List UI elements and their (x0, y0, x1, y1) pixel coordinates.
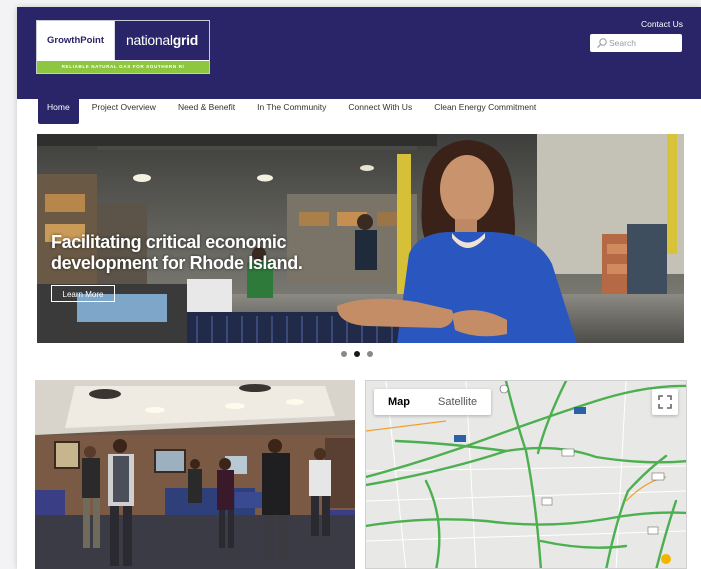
contact-us-link[interactable]: Contact Us (641, 19, 683, 29)
nav-project-overview[interactable]: Project Overview (81, 99, 167, 124)
event-image (35, 380, 355, 569)
map-tab-map[interactable]: Map (374, 389, 424, 415)
main-nav: Home Project Overview Need & Benefit In … (38, 99, 547, 124)
fullscreen-icon (658, 395, 672, 409)
logo-growthpoint: GrowthPoint (37, 21, 115, 60)
page: GrowthPoint nationalgrid RELIABLE NATURA… (17, 7, 701, 569)
search-icon (597, 38, 607, 48)
carousel-dot-2[interactable] (354, 351, 360, 357)
map-tab-satellite[interactable]: Satellite (424, 389, 491, 415)
community-event-photo[interactable] (35, 380, 355, 569)
site-header: GrowthPoint nationalgrid RELIABLE NATURA… (17, 7, 701, 99)
hero-carousel[interactable]: Facilitating critical economic developme… (37, 134, 684, 343)
nav-clean-energy-commitment[interactable]: Clean Energy Commitment (423, 99, 547, 124)
nav-connect-with-us[interactable]: Connect With Us (337, 99, 423, 124)
logo-nationalgrid-prefix: national (126, 32, 173, 48)
map-widget[interactable]: Map Satellite (365, 380, 687, 569)
search-input[interactable]: Search (590, 34, 682, 52)
carousel-dot-1[interactable] (341, 351, 347, 357)
map-type-control: Map Satellite (374, 389, 492, 415)
search-placeholder: Search (609, 38, 636, 48)
logo-tagline: RELIABLE NATURAL GAS FOR SOUTHERN RI (37, 61, 209, 73)
nav-in-the-community[interactable]: In The Community (246, 99, 337, 124)
nav-home[interactable]: Home (38, 99, 79, 124)
fullscreen-button[interactable] (652, 389, 678, 415)
nav-need-benefit[interactable]: Need & Benefit (167, 99, 246, 124)
carousel-dot-3[interactable] (367, 351, 373, 357)
logo-nationalgrid-bold: grid (172, 32, 199, 48)
hero-headline: Facilitating critical economic developme… (51, 232, 303, 273)
carousel-pagination (341, 351, 380, 357)
logo-nationalgrid: nationalgrid (115, 21, 209, 60)
learn-more-button[interactable]: Learn More (51, 285, 115, 302)
site-logo[interactable]: GrowthPoint nationalgrid RELIABLE NATURA… (36, 20, 210, 74)
